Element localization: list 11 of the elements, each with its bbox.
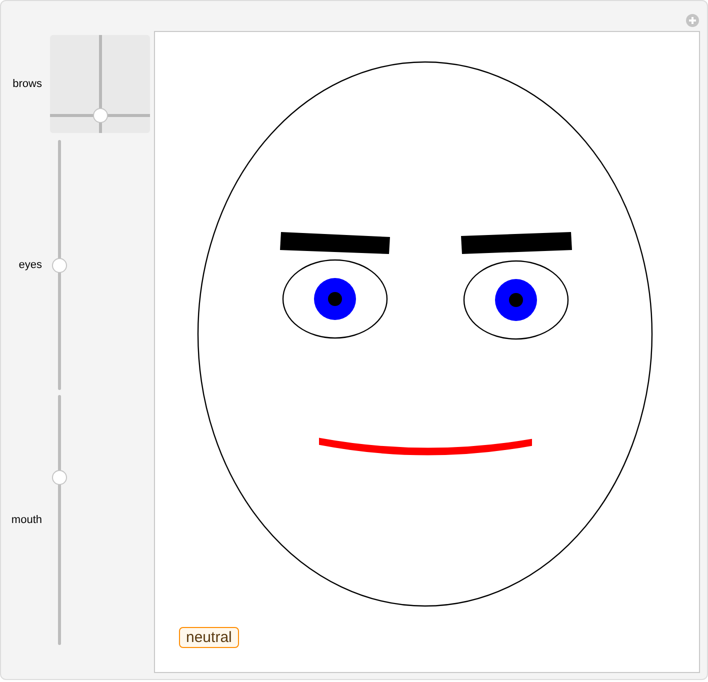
expression-label: neutral [179, 627, 239, 648]
add-icon[interactable] [686, 14, 699, 27]
slider-pad[interactable] [50, 35, 150, 133]
control-label: eyes [18, 259, 42, 271]
slider-thumb[interactable] [92, 108, 108, 124]
slider-thumb[interactable] [52, 258, 67, 272]
control-label: mouth [10, 514, 42, 526]
control-label: brows [12, 78, 42, 90]
slider-thumb[interactable] [52, 470, 67, 486]
vertical-slider[interactable] [52, 395, 67, 645]
vertical-slider[interactable] [52, 140, 67, 390]
